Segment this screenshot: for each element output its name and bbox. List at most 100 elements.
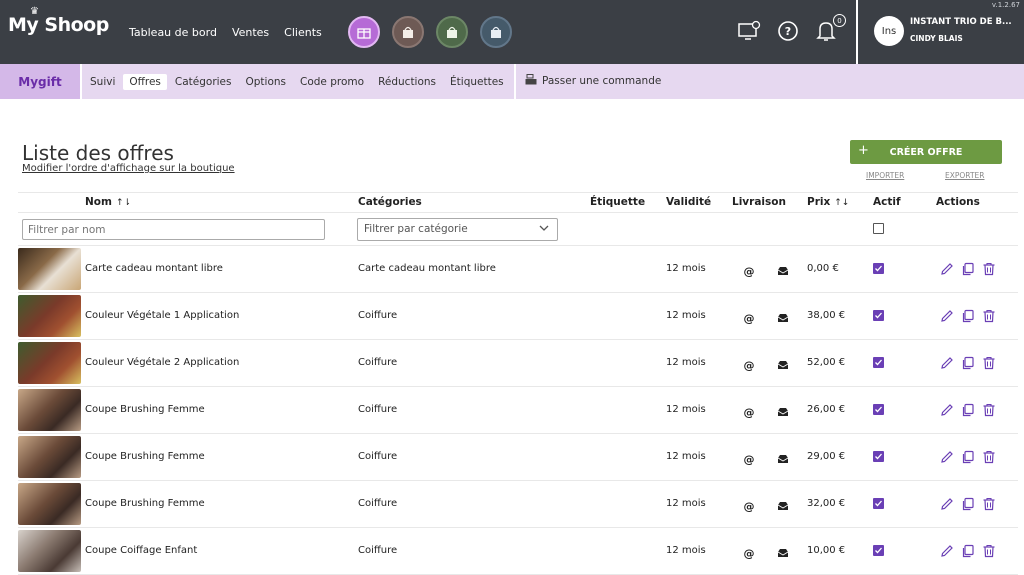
offer-thumbnail (18, 389, 81, 431)
tab-reductions[interactable]: Réductions (372, 74, 442, 90)
delete-icon[interactable] (982, 355, 996, 370)
delete-icon[interactable] (982, 496, 996, 511)
offer-category: Coiffure (358, 357, 398, 368)
delete-icon[interactable] (982, 449, 996, 464)
delete-icon[interactable] (982, 543, 996, 558)
name-filter-input[interactable] (22, 219, 325, 240)
postal-delivery-icon (777, 497, 789, 510)
delete-icon[interactable] (982, 308, 996, 323)
nav-sales[interactable]: Ventes (232, 26, 269, 39)
active-checkbox[interactable] (873, 451, 884, 462)
active-checkbox[interactable] (873, 404, 884, 415)
shop-app-icon-2[interactable] (436, 16, 468, 48)
active-checkbox[interactable] (873, 310, 884, 321)
edit-icon[interactable] (940, 543, 954, 557)
svg-text:?: ? (785, 25, 791, 38)
active-checkbox[interactable] (873, 545, 884, 556)
bell-icon[interactable]: 0 (814, 14, 846, 44)
help-icon[interactable]: ? (776, 18, 800, 44)
offer-validity: 12 mois (666, 498, 706, 509)
notification-badge: 0 (833, 14, 846, 27)
shop-app-icon-1[interactable] (392, 16, 424, 48)
edit-icon[interactable] (940, 308, 954, 322)
nav-clients[interactable]: Clients (284, 26, 322, 39)
crown-icon: ♛ (30, 6, 39, 17)
import-link[interactable]: IMPORTER (866, 171, 904, 180)
tab-categories[interactable]: Catégories (169, 74, 238, 90)
header-label: Étiquette (590, 196, 646, 208)
cash-register-icon (525, 74, 537, 88)
duplicate-icon[interactable] (961, 355, 975, 370)
offer-name: Coupe Brushing Femme (85, 498, 205, 509)
delete-icon[interactable] (982, 402, 996, 417)
top-bar: ♛ My Shoop Tableau de bord Ventes Client… (0, 0, 1024, 64)
tab-promo-code[interactable]: Code promo (294, 74, 370, 90)
header-actions: Actions (936, 196, 980, 208)
header-price[interactable]: Prix ↑↓ (807, 196, 849, 208)
duplicate-icon[interactable] (961, 402, 975, 417)
email-delivery-icon: @ (743, 544, 755, 560)
place-order-link[interactable]: Passer une commande (525, 74, 661, 88)
offer-price: 10,00 € (807, 545, 846, 556)
table-row: Couleur Végétale 1 Application Coiffure 12… (0, 293, 1024, 340)
version-label: v.1.2.67 (991, 1, 1020, 9)
svg-text:@: @ (744, 265, 755, 277)
edit-icon[interactable] (940, 261, 954, 275)
monitor-settings-icon[interactable] (738, 18, 762, 44)
offer-validity: 12 mois (666, 357, 706, 368)
duplicate-icon[interactable] (961, 308, 975, 323)
gift-app-icon[interactable] (348, 16, 380, 48)
edit-icon[interactable] (940, 355, 954, 369)
export-link[interactable]: EXPORTER (945, 171, 985, 180)
offer-category: Coiffure (358, 404, 398, 415)
offer-name: Couleur Végétale 1 Application (85, 310, 240, 321)
offer-validity: 12 mois (666, 404, 706, 415)
svg-text:@: @ (744, 359, 755, 371)
user-menu[interactable]: Ins INSTANT TRIO DE B... CINDY BLAIS (856, 0, 1024, 64)
offer-category: Carte cadeau montant libre (358, 263, 496, 274)
category-filter-select[interactable]: Filtrer par catégorie (357, 218, 558, 241)
email-delivery-icon: @ (743, 497, 755, 513)
edit-icon[interactable] (940, 496, 954, 510)
duplicate-icon[interactable] (961, 449, 975, 464)
sort-icon[interactable]: ↑↓ (834, 198, 849, 208)
offer-price: 32,00 € (807, 498, 846, 509)
delete-icon[interactable] (982, 261, 996, 276)
postal-delivery-icon (777, 450, 789, 463)
offer-validity: 12 mois (666, 545, 706, 556)
reorder-link[interactable]: Modifier l'ordre d'affichage sur la bout… (22, 163, 235, 174)
offer-validity: 12 mois (666, 310, 706, 321)
tab-options[interactable]: Options (240, 74, 293, 90)
svg-text:@: @ (744, 500, 755, 512)
edit-icon[interactable] (940, 449, 954, 463)
sort-alpha-icon[interactable]: ↑⇂ (116, 198, 131, 208)
duplicate-icon[interactable] (961, 496, 975, 511)
app-switcher (348, 16, 512, 48)
tab-suivi[interactable]: Suivi (84, 74, 121, 90)
duplicate-icon[interactable] (961, 543, 975, 558)
sub-nav: Suivi Offres Catégories Options Code pro… (84, 64, 512, 99)
shop-app-icon-3[interactable] (480, 16, 512, 48)
offer-price: 52,00 € (807, 357, 846, 368)
active-filter-checkbox[interactable] (873, 223, 884, 234)
create-offer-button[interactable]: + CRÉER OFFRE (850, 140, 1002, 164)
tab-labels[interactable]: Étiquettes (444, 74, 510, 90)
edit-icon[interactable] (940, 402, 954, 416)
active-checkbox[interactable] (873, 357, 884, 368)
postal-delivery-icon (777, 403, 789, 416)
tab-offres[interactable]: Offres (123, 73, 167, 90)
header-delivery: Livraison (732, 196, 786, 208)
header-name[interactable]: Nom ↑⇂ (85, 196, 131, 208)
svg-text:@: @ (744, 453, 755, 465)
divider (18, 192, 1018, 193)
active-checkbox[interactable] (873, 498, 884, 509)
duplicate-icon[interactable] (961, 261, 975, 276)
offer-price: 26,00 € (807, 404, 846, 415)
nav-dashboard[interactable]: Tableau de bord (129, 26, 217, 39)
active-checkbox[interactable] (873, 263, 884, 274)
module-brand[interactable]: Mygift (0, 64, 80, 99)
top-nav: Tableau de bord Ventes Clients (129, 26, 322, 39)
email-delivery-icon: @ (743, 309, 755, 325)
offer-name: Coupe Brushing Femme (85, 451, 205, 462)
logo[interactable]: ♛ My Shoop (8, 6, 109, 36)
